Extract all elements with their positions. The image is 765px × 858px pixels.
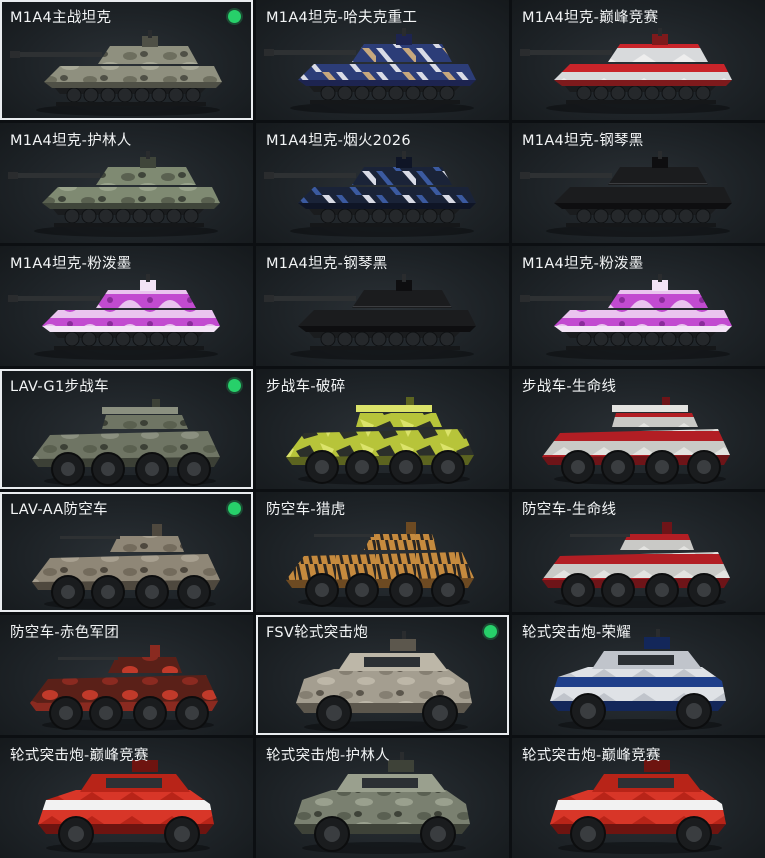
skin-card-title: LAV-G1步战车 xyxy=(10,379,109,395)
equipped-indicator-icon xyxy=(228,502,241,515)
skin-card[interactable]: M1A4坦克-烟火2026 xyxy=(256,123,509,243)
skin-card[interactable]: LAV-G1步战车 xyxy=(0,369,253,489)
skin-card[interactable]: M1A4坦克-护林人 xyxy=(0,123,253,243)
skin-card[interactable]: 防空车-生命线 xyxy=(512,492,765,612)
skin-card-title: LAV-AA防空车 xyxy=(10,502,108,518)
skin-card-title: M1A4坦克-烟火2026 xyxy=(266,133,411,149)
skin-card-title: M1A4坦克-巅峰竞赛 xyxy=(522,10,659,26)
skin-card-title: 轮式突击炮-巅峰竞赛 xyxy=(10,748,149,764)
skin-card[interactable]: 防空车-赤色军团 xyxy=(0,615,253,735)
skin-grid: M1A4主战坦克 M1A4坦克-哈夫克重工 M1A4坦克-巅峰竞赛 M1A4坦克-护林… xyxy=(0,0,765,858)
skin-card-title: 防空车-赤色军团 xyxy=(10,625,120,641)
skin-card[interactable]: M1A4坦克-钢琴黑 xyxy=(512,123,765,243)
skin-card[interactable]: FSV轮式突击炮 xyxy=(256,615,509,735)
skin-card[interactable]: LAV-AA防空车 xyxy=(0,492,253,612)
equipped-indicator-icon xyxy=(484,625,497,638)
skin-card-title: 防空车-生命线 xyxy=(522,502,617,518)
skin-card-title: 轮式突击炮-荣耀 xyxy=(522,625,632,641)
skin-card-title: M1A4主战坦克 xyxy=(10,10,112,26)
skin-card-title: M1A4坦克-粉泼墨 xyxy=(10,256,132,272)
skin-card-title: M1A4坦克-钢琴黑 xyxy=(522,133,644,149)
skin-card[interactable]: M1A4坦克-哈夫克重工 xyxy=(256,0,509,120)
skin-card-title: M1A4坦克-护林人 xyxy=(10,133,132,149)
skin-card-title: FSV轮式突击炮 xyxy=(266,625,369,641)
skin-card[interactable]: M1A4坦克-巅峰竞赛 xyxy=(512,0,765,120)
skin-card[interactable]: M1A4坦克-粉泼墨 xyxy=(512,246,765,366)
skin-card[interactable]: 轮式突击炮-巅峰竞赛 xyxy=(0,738,253,858)
skin-card[interactable]: 轮式突击炮-巅峰竞赛 xyxy=(512,738,765,858)
skin-card[interactable]: M1A4主战坦克 xyxy=(0,0,253,120)
skin-card-title: 防空车-猎虎 xyxy=(266,502,346,518)
skin-card[interactable]: M1A4坦克-粉泼墨 xyxy=(0,246,253,366)
skin-card[interactable]: M1A4坦克-钢琴黑 xyxy=(256,246,509,366)
skin-card-title: 轮式突击炮-巅峰竞赛 xyxy=(522,748,661,764)
skin-card[interactable]: 步战车-生命线 xyxy=(512,369,765,489)
skin-card-title: 轮式突击炮-护林人 xyxy=(266,748,390,764)
equipped-indicator-icon xyxy=(228,10,241,23)
skin-card-title: 步战车-生命线 xyxy=(522,379,617,395)
skin-card[interactable]: 轮式突击炮-护林人 xyxy=(256,738,509,858)
skin-card-title: M1A4坦克-钢琴黑 xyxy=(266,256,388,272)
skin-card-title: 步战车-破碎 xyxy=(266,379,346,395)
skin-card-title: M1A4坦克-哈夫克重工 xyxy=(266,10,418,26)
skin-card-title: M1A4坦克-粉泼墨 xyxy=(522,256,644,272)
skin-card[interactable]: 步战车-破碎 xyxy=(256,369,509,489)
skin-card[interactable]: 轮式突击炮-荣耀 xyxy=(512,615,765,735)
equipped-indicator-icon xyxy=(228,379,241,392)
skin-card[interactable]: 防空车-猎虎 xyxy=(256,492,509,612)
